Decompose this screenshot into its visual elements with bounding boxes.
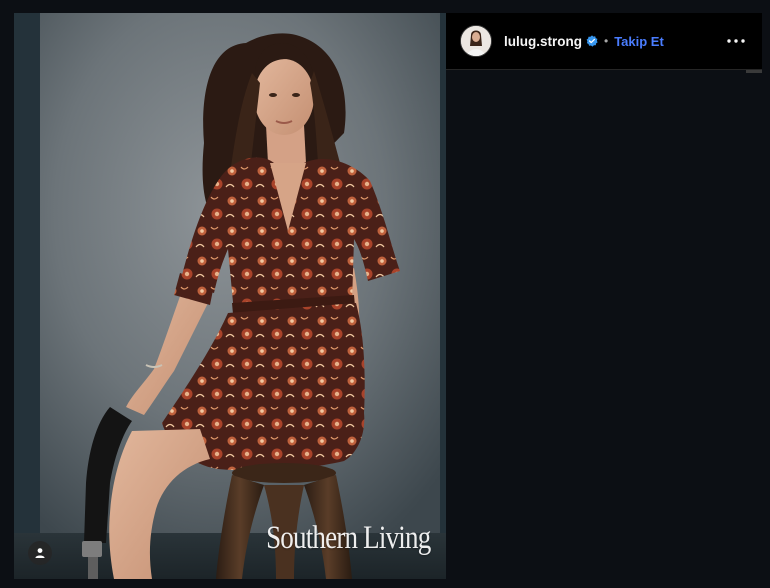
user-tag-icon <box>35 548 45 558</box>
username-link[interactable]: lulug.strong <box>504 34 582 49</box>
post-image[interactable]: Southern Living <box>14 13 446 579</box>
follow-button[interactable]: Takip Et <box>614 34 664 49</box>
scrollbar-thumb[interactable] <box>746 70 762 73</box>
tagged-people-button[interactable] <box>28 541 52 565</box>
avatar-image <box>461 26 491 56</box>
photo-illustration <box>14 13 446 579</box>
post-header: lulug.strong • Takip Et <box>446 13 762 70</box>
separator-dot: • <box>604 34 609 48</box>
avatar[interactable] <box>460 25 492 57</box>
post-modal: Southern Living lulug.strong • Takip Et <box>14 13 762 579</box>
more-options-icon <box>727 39 745 43</box>
verified-badge-icon <box>586 35 598 47</box>
post-side-panel: lulug.strong • Takip Et <box>446 13 762 579</box>
magazine-watermark: Southern Living <box>265 520 431 556</box>
more-options-button[interactable] <box>724 33 748 49</box>
